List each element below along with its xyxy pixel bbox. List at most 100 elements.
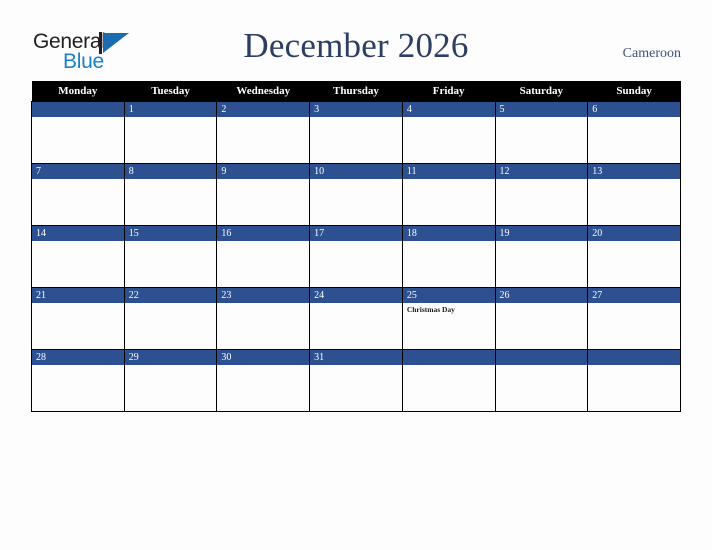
day-events <box>125 365 217 367</box>
weekday-header-friday: Friday <box>402 81 496 102</box>
calendar-week-row: 14 15 16 17 18 19 20 <box>31 225 681 288</box>
day-events <box>217 179 309 181</box>
day-events <box>310 365 402 367</box>
day-number: 17 <box>310 226 402 241</box>
day-events <box>32 117 124 119</box>
calendar-day-cell[interactable]: 9 <box>216 163 311 226</box>
calendar-day-cell[interactable]: 13 <box>587 163 681 226</box>
calendar-day-cell[interactable]: 26 <box>494 287 589 350</box>
day-number <box>32 102 124 117</box>
day-number: 9 <box>217 164 310 179</box>
day-events <box>403 241 495 243</box>
day-number: 10 <box>310 164 402 179</box>
day-events <box>310 241 402 243</box>
day-number <box>402 350 495 365</box>
calendar-day-cell[interactable]: 29 <box>123 349 218 412</box>
calendar-day-cell[interactable]: 7 <box>31 163 125 226</box>
day-events <box>496 365 588 367</box>
day-number: 24 <box>310 288 402 303</box>
day-number: 18 <box>402 226 495 241</box>
calendar-week-row: 123456 <box>31 101 681 164</box>
calendar-week-row: 28 29 30 31 <box>31 349 681 412</box>
day-events <box>496 179 588 181</box>
day-number: 15 <box>124 226 217 241</box>
day-number: 12 <box>495 164 588 179</box>
weekday-header-tuesday: Tuesday <box>124 81 217 102</box>
holiday-label: Christmas Day <box>406 305 455 314</box>
day-events <box>217 117 309 119</box>
day-number: 22 <box>124 288 217 303</box>
calendar-day-cell[interactable]: 12 <box>494 163 589 226</box>
day-number: 6 <box>588 102 680 117</box>
calendar-day-cell[interactable]: 19 <box>494 225 589 288</box>
calendar-day-cell[interactable]: 30 <box>216 349 311 412</box>
day-number: 16 <box>217 226 310 241</box>
calendar-week-row: 7 8 9 10 11 12 13 <box>31 163 681 226</box>
day-number: 4 <box>402 102 495 117</box>
weekday-header-thursday: Thursday <box>309 81 403 102</box>
calendar-body: 1 2 3 4 5 6 7 8 9 10 11 12 13 14 15 16 17 18 19 20 21 22 23 24 2… <box>31 101 681 412</box>
day-events <box>496 241 588 243</box>
calendar-day-cell[interactable]: 25 Christmas Day <box>401 287 496 350</box>
day-events <box>310 117 402 119</box>
calendar-day-cell[interactable]: 21 <box>31 287 125 350</box>
calendar-day-cell[interactable]: 23 <box>216 287 311 350</box>
calendar-day-cell[interactable]: 22 <box>123 287 218 350</box>
day-number: 8 <box>124 164 217 179</box>
day-events <box>125 117 217 119</box>
day-number: 29 <box>124 350 217 365</box>
calendar-day-cell[interactable]: 17 <box>309 225 403 288</box>
day-events <box>32 179 124 181</box>
country-label: Cameroon <box>622 46 681 61</box>
calendar-day-cell[interactable]: 24 <box>309 287 403 350</box>
day-events <box>125 179 217 181</box>
day-events <box>496 303 588 305</box>
day-number: 11 <box>402 164 495 179</box>
calendar-day-cell[interactable]: 2 <box>216 101 311 164</box>
calendar-day-cell[interactable]: 15 <box>123 225 218 288</box>
calendar-day-cell[interactable]: 5 <box>494 101 589 164</box>
day-number: 30 <box>217 350 310 365</box>
calendar-day-cell[interactable]: 31 <box>309 349 403 412</box>
calendar-day-cell[interactable]: 14 <box>31 225 125 288</box>
day-events <box>310 179 402 181</box>
calendar-day-cell[interactable]: 6 <box>587 101 681 164</box>
day-number <box>495 350 588 365</box>
day-number: 3 <box>310 102 402 117</box>
day-events <box>588 303 680 305</box>
calendar-empty-cell <box>587 349 681 412</box>
day-events <box>588 365 680 367</box>
calendar-day-cell[interactable]: 27 <box>587 287 681 350</box>
day-events <box>217 365 309 367</box>
day-number <box>588 350 680 365</box>
calendar-day-cell[interactable]: 4 <box>401 101 496 164</box>
day-number: 20 <box>588 226 680 241</box>
weekday-header-sunday: Sunday <box>587 81 681 102</box>
day-events <box>403 117 495 119</box>
calendar-day-cell[interactable]: 16 <box>216 225 311 288</box>
day-events <box>588 241 680 243</box>
calendar-day-cell[interactable]: 18 <box>401 225 496 288</box>
day-events <box>32 241 124 243</box>
page-header: General Blue December 2026 Cameroon <box>0 0 712 81</box>
day-number: 14 <box>32 226 124 241</box>
day-events <box>403 365 495 367</box>
calendar-day-cell[interactable]: 1 <box>123 101 218 164</box>
calendar-day-cell[interactable]: 28 <box>31 349 125 412</box>
day-events <box>125 303 217 305</box>
weekday-header-saturday: Saturday <box>495 81 588 102</box>
calendar-day-cell[interactable]: 11 <box>401 163 496 226</box>
day-number: 21 <box>32 288 124 303</box>
calendar-day-cell[interactable]: 3 <box>309 101 403 164</box>
day-events <box>217 241 309 243</box>
day-number: 7 <box>32 164 124 179</box>
day-events <box>588 117 680 119</box>
day-events <box>496 117 588 119</box>
day-events <box>32 365 124 367</box>
calendar-day-cell[interactable]: 10 <box>309 163 403 226</box>
day-number: 26 <box>495 288 588 303</box>
weekday-header-wednesday: Wednesday <box>216 81 310 102</box>
calendar-day-cell[interactable]: 20 <box>587 225 681 288</box>
day-events <box>125 241 217 243</box>
calendar-day-cell[interactable]: 8 <box>123 163 218 226</box>
